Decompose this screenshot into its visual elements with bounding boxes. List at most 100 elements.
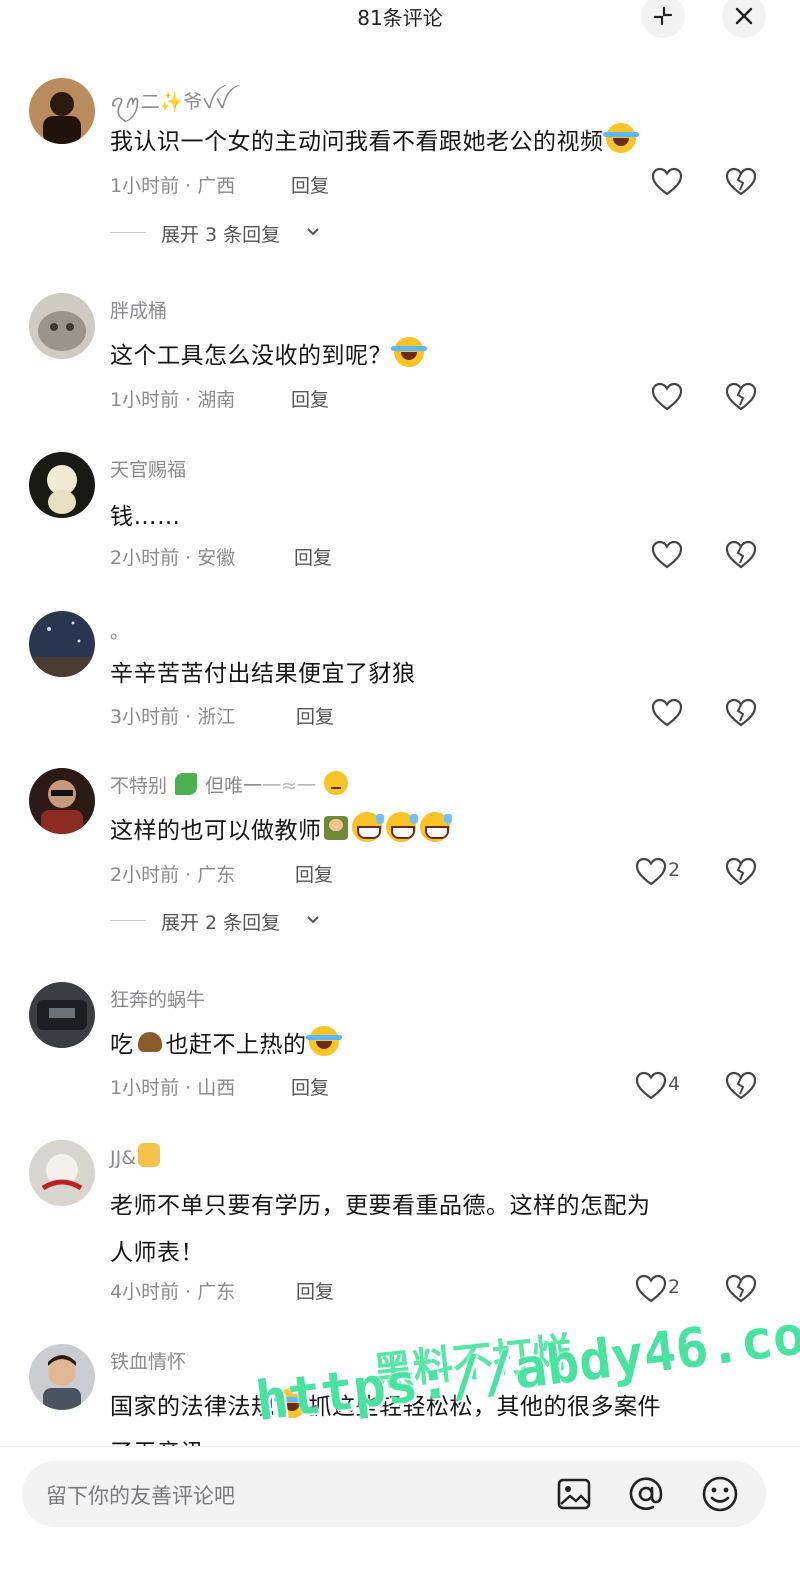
rock-hand-emoji-icon [138,1143,161,1167]
avatar[interactable] [29,768,95,834]
divider-line [110,232,146,233]
expand-replies-button[interactable]: 展开 3 条回复 [110,220,350,246]
username-part: 但唯一 [205,775,263,797]
comment-time-location: 1小时前 · 山西 [110,1077,236,1099]
broken-heart-icon [725,1071,757,1100]
comment-username[interactable]: 胖成桶 [110,296,167,323]
laugh-cry-emoji-icon [273,1388,310,1418]
comment-text-content: 也赶不上热的 [165,1032,307,1058]
username-part: 一≈一 [262,775,317,797]
comment-time-location: 4小时前 · 广东 [110,1281,236,1303]
reply-button[interactable]: 回复 [296,1277,334,1304]
comment-username[interactable]: 铁血情怀 [110,1347,186,1374]
teacher-emoji-icon [323,816,348,840]
username-part: 不特别 [110,775,168,797]
chevron-down-icon [307,228,319,236]
dislike-button[interactable] [724,1070,758,1102]
reply-button[interactable]: 回复 [296,702,334,729]
grin-sweat-emoji-icon [351,812,384,842]
top-bar: 81条评论 [0,0,800,40]
reply-button[interactable]: 回复 [295,860,333,887]
comment-username[interactable]: 不特别 但唯一一≈一 [110,771,350,798]
heart-icon [635,857,667,886]
comment-username[interactable]: JJ& [110,1143,162,1169]
avatar[interactable] [29,611,95,677]
broken-heart-icon [725,698,757,727]
avatar[interactable] [29,293,95,359]
comment-text-content: 我认识一个女的主动问我看不看跟她老公的视频 [110,129,604,155]
comment-username[interactable]: ꪖꪑ二✨爷ꪜꪜ [110,83,229,123]
broken-heart-icon [725,382,757,411]
like-count: 2 [668,859,681,881]
close-icon [735,7,753,25]
reply-button[interactable]: 回复 [291,385,329,412]
comment-username[interactable]: 天官赐福 [110,455,186,482]
comment-time-location: 3小时前 · 浙江 [110,706,236,728]
broken-heart-icon [725,857,757,886]
comment-text: 国家的法律法规 抓这些轻轻松松，其他的很多案件 [110,1387,661,1421]
collapse-button[interactable] [641,0,685,38]
comment-text: 人师表！ [110,1240,204,1266]
dislike-button[interactable] [724,1273,758,1305]
comment-time-location: 1小时前 · 湖南 [110,389,236,411]
dislike-button[interactable] [724,856,758,888]
image-button[interactable] [554,1474,594,1514]
comment-input[interactable]: 留下你的友善评论吧 [22,1461,766,1527]
comment-time-location: 2小时前 · 广东 [110,864,236,886]
divider-line [110,920,146,921]
blank-face-emoji-icon [324,771,349,795]
like-count: 2 [668,1276,681,1298]
close-button[interactable] [722,0,766,38]
avatar[interactable] [29,1344,95,1410]
like-count: 4 [668,1073,681,1095]
heart-icon [635,1071,667,1100]
laugh-cry-emoji-icon [602,123,639,153]
comment-username[interactable]: 狂奔的蜗牛 [110,985,205,1012]
comment-text: 吃 也赶不上热的 [110,1025,342,1059]
laugh-cry-emoji-icon [391,337,427,367]
expand-replies-label: 展开 3 条回复 [161,224,281,246]
clover-emoji-icon [175,773,198,795]
image-icon [557,1478,591,1510]
dislike-button[interactable] [724,697,758,729]
comment-text: 辛辛苦苦付出结果便宜了豺狼 [110,661,416,687]
comment-text: 老师不单只要有学历，更要看重品德。这样的怎配为 [110,1193,651,1219]
comment-text: 钱…… [110,504,181,530]
mention-button[interactable] [626,1474,666,1514]
reply-button[interactable]: 回复 [291,1073,329,1100]
comment-composer: 留下你的友善评论吧 [0,1446,800,1594]
comment-text-content: 吃 [110,1032,134,1058]
avatar[interactable] [29,982,95,1048]
comment-username[interactable]: 。 [110,617,129,644]
expand-replies-label: 展开 2 条回复 [161,912,281,934]
broken-heart-icon [725,167,757,196]
expand-replies-button[interactable]: 展开 2 条回复 [110,908,350,934]
comment-text: 我认识一个女的主动问我看不看跟她老公的视频 [110,122,639,156]
poop-emoji-icon [136,1026,164,1056]
crying-emoji-icon [305,1026,342,1056]
broken-heart-icon [725,1274,757,1303]
reply-button[interactable]: 回复 [291,171,329,198]
comment-text-content: 这个工具怎么没收的到呢？ [110,343,392,369]
avatar[interactable] [29,78,95,144]
comment-time-location: 1小时前 · 广西 [110,175,236,197]
dislike-button[interactable] [724,381,758,413]
collapse-icon [653,6,673,26]
heart-icon [651,382,683,411]
avatar[interactable] [29,452,95,518]
avatar[interactable] [29,1140,95,1206]
heart-icon [635,1274,667,1303]
emoji-button[interactable] [700,1474,740,1514]
reply-button[interactable]: 回复 [294,543,332,570]
comment-text-content: 抓这些轻轻松松，其他的很多案件 [308,1394,661,1420]
comment-text: 这个工具怎么没收的到呢？ [110,336,427,370]
dislike-button[interactable] [724,166,758,198]
comment-text-content: 这样的也可以做教师 [110,818,322,844]
comment-text-content: 国家的法律法规 [110,1394,275,1420]
heart-icon [651,698,683,727]
dislike-button[interactable] [724,539,758,571]
grin-sweat-emoji-icon [419,812,452,842]
at-icon [629,1477,663,1510]
comment-text: 这样的也可以做教师 [110,811,452,845]
chevron-down-icon [307,916,319,924]
